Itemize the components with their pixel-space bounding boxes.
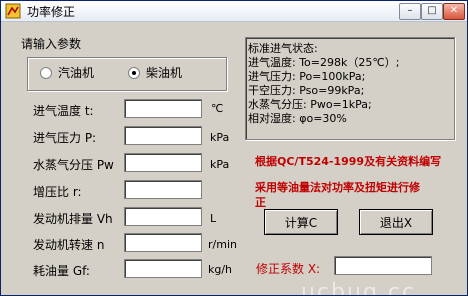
minimize-button[interactable]: – [399, 3, 421, 20]
standard-conditions-box: 标准进气状态: 进气温度: To=298k（25℃）; 进气压力: Po=100… [245, 37, 455, 140]
fuel-consumption-input[interactable] [124, 259, 202, 278]
method-note-continued: 正 [255, 196, 266, 209]
vapor-pressure-input[interactable] [124, 153, 202, 172]
basis-note: 根据QC/T524-1999及有关资料编写 [255, 155, 442, 168]
intake-temp-input[interactable] [124, 99, 202, 118]
radio-diesel[interactable] [128, 67, 140, 79]
input-prompt: 请输入参数 [21, 37, 82, 51]
calculate-button[interactable]: 计算C [264, 209, 338, 235]
method-note: 采用等油量法对功率及扭矩进行修 [255, 181, 420, 194]
displacement-input[interactable] [124, 207, 202, 226]
intake-pressure-label: 进气压力 P: [33, 131, 97, 145]
correction-coef-output[interactable] [334, 256, 432, 275]
intake-temp-label: 进气温度 t: [33, 104, 94, 118]
main-window: 功率修正 – □ ✕ 请输入参数 汽油机 柴油机 进气温度 t: ℃ 进气压力 … [0, 0, 468, 296]
radio-gasoline[interactable] [40, 67, 52, 79]
engine-speed-label: 发动机转速 n [33, 238, 105, 252]
close-icon: ✕ [449, 5, 459, 16]
displacement-unit: L [210, 212, 217, 225]
window-title: 功率修正 [27, 5, 76, 19]
close-button[interactable]: ✕ [443, 3, 465, 20]
fuel-consumption-unit: kg/h [208, 263, 233, 276]
maximize-icon: □ [427, 5, 437, 16]
engine-type-group: 汽油机 柴油机 [27, 57, 227, 91]
radio-gasoline-label[interactable]: 汽油机 [58, 64, 94, 81]
minimize-icon: – [407, 5, 413, 16]
engine-speed-unit: r/min [208, 238, 237, 251]
maximize-button[interactable]: □ [421, 3, 443, 20]
correction-coef-label: 修正系数 X: [256, 262, 321, 276]
status-line: 相对湿度: φo=30% [248, 112, 347, 125]
watermark: ucbug.cc [301, 280, 417, 296]
radio-diesel-label[interactable]: 柴油机 [146, 64, 182, 81]
intake-pressure-unit: kPa [210, 131, 230, 144]
vapor-pressure-unit: kPa [210, 158, 230, 171]
boost-ratio-label: 增压比 r: [33, 185, 82, 199]
intake-pressure-input[interactable] [124, 126, 202, 145]
form-area: 请输入参数 汽油机 柴油机 进气温度 t: ℃ 进气压力 P: kPa 水蒸气分… [1, 22, 467, 295]
engine-speed-input[interactable] [124, 233, 202, 252]
app-icon [5, 3, 21, 19]
boost-ratio-input[interactable] [124, 180, 202, 199]
title-bar[interactable]: 功率修正 – □ ✕ [1, 1, 467, 22]
displacement-label: 发动机排量 Vh [33, 212, 113, 226]
intake-temp-unit: ℃ [211, 102, 224, 115]
exit-button[interactable]: 退出X [359, 209, 433, 235]
fuel-consumption-label: 耗油量 Gf: [33, 264, 90, 278]
vapor-pressure-label: 水蒸气分压 Pw [33, 158, 114, 172]
